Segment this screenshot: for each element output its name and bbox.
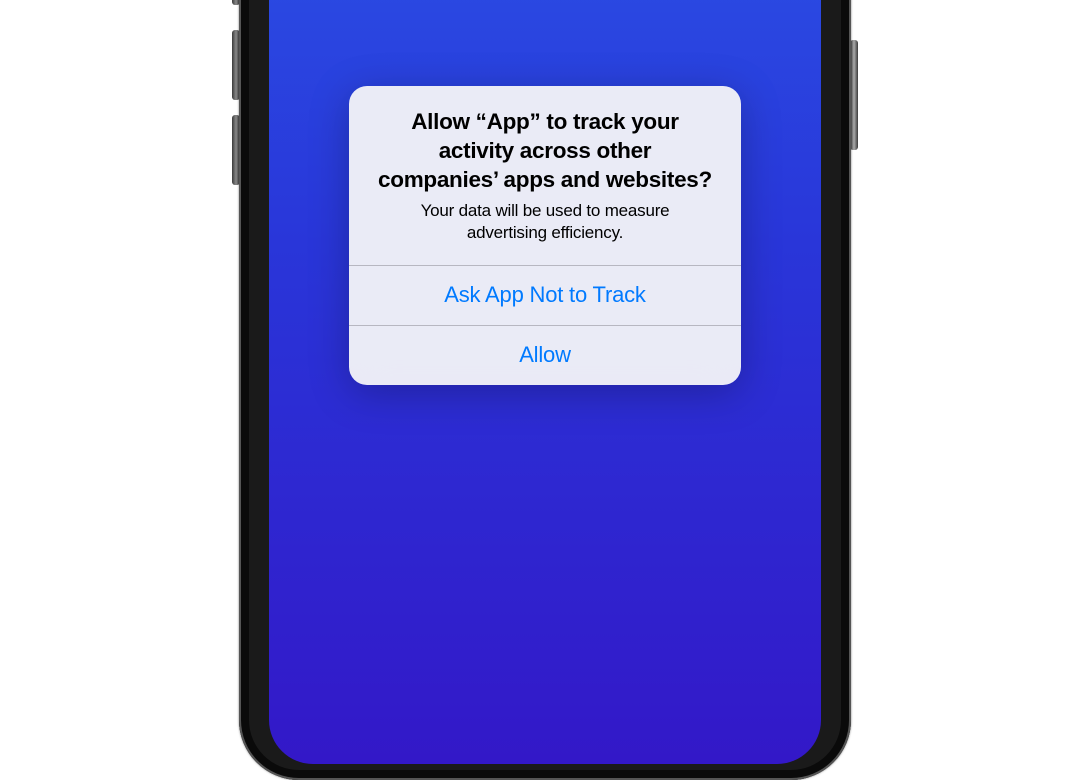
ask-not-to-track-button[interactable]: Ask App Not to Track [349,265,741,325]
tracking-permission-alert: Allow “App” to track your activity acros… [349,86,741,385]
alert-content: Allow “App” to track your activity acros… [349,86,741,265]
power-button [850,40,858,150]
alert-title: Allow “App” to track your activity acros… [371,108,719,194]
allow-button[interactable]: Allow [349,325,741,385]
phone-frame: Allow “App” to track your activity acros… [225,0,865,780]
phone-screen: Allow “App” to track your activity acros… [269,0,821,764]
phone-body: Allow “App” to track your activity acros… [239,0,851,780]
alert-actions: Ask App Not to Track Allow [349,265,741,385]
alert-message: Your data will be used to measure advert… [371,200,719,244]
